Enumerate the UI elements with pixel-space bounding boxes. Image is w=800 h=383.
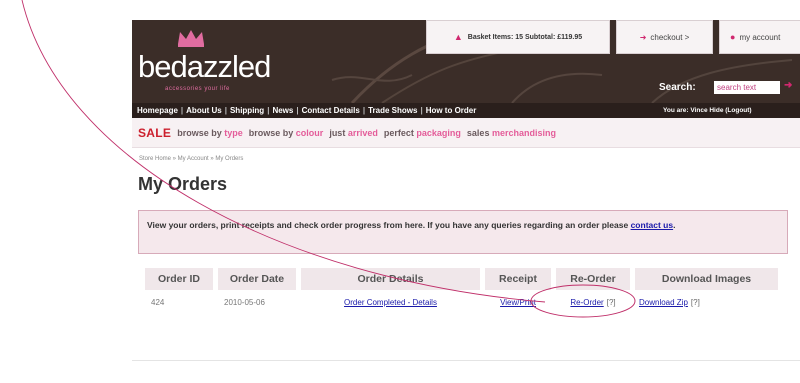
checkout-label: checkout >: [650, 32, 690, 42]
nav-contact-details[interactable]: Contact Details: [302, 106, 360, 115]
logo-tagline: accessories your life: [165, 86, 230, 92]
download-zip-link[interactable]: Download Zip: [639, 298, 688, 307]
re-order-link[interactable]: Re-Order: [570, 298, 603, 307]
contact-us-link[interactable]: contact us: [631, 220, 674, 230]
basket-text: Basket Items: 15 Subtotal: £119.95: [467, 33, 583, 41]
basket-icon: ▲: [453, 32, 463, 42]
my-account-button[interactable]: ● my account: [719, 20, 800, 54]
table-header-row: Order ID Order Date Order Details Receip…: [145, 268, 787, 290]
info-text: View your orders, print receipts and che…: [147, 220, 629, 230]
header-receipt: Receipt: [485, 268, 551, 290]
nav-trade-shows[interactable]: Trade Shows: [368, 106, 417, 115]
header-re-order: Re-Order: [556, 268, 630, 290]
search-input[interactable]: [714, 81, 780, 94]
order-id-cell: 424: [151, 298, 165, 307]
browse-by-colour-link[interactable]: browse by colour: [249, 128, 324, 138]
main-nav: Homepage | About Us | Shipping | News | Cont…: [132, 103, 800, 118]
nav-about-us[interactable]: About Us: [186, 106, 222, 115]
receipt-link[interactable]: View/Print: [500, 298, 536, 307]
just-arrived-link[interactable]: just arrived: [329, 128, 378, 138]
header-download-images: Download Images: [635, 268, 778, 290]
category-bar: SALE browse by type browse by colour jus…: [132, 118, 800, 148]
checkout-button[interactable]: ➜ checkout >: [616, 20, 713, 54]
basket-summary[interactable]: ▲ Basket Items: 15 Subtotal: £119.95: [426, 20, 610, 54]
crown-icon: [178, 30, 204, 47]
info-box: View your orders, print receipts and che…: [138, 210, 788, 254]
nav-news[interactable]: News: [272, 106, 293, 115]
browse-by-type-link[interactable]: browse by type: [177, 128, 243, 138]
search-go-icon[interactable]: ➜: [784, 80, 792, 91]
page: bedazzled accessories your life ▲ Basket…: [0, 0, 800, 383]
header-order-id: Order ID: [145, 268, 213, 290]
search-label: Search:: [659, 82, 696, 93]
breadcrumb[interactable]: Store Home » My Account » My Orders: [139, 156, 243, 162]
order-details-link[interactable]: Order Completed - Details: [344, 298, 437, 307]
header-order-date: Order Date: [218, 268, 296, 290]
footer-divider: [132, 360, 800, 361]
nav-how-to-order[interactable]: How to Order: [426, 106, 477, 115]
orders-table: Order ID Order Date Order Details Receip…: [145, 268, 787, 307]
user-icon: ●: [730, 32, 736, 42]
site-header: bedazzled accessories your life ▲ Basket…: [132, 20, 800, 103]
nav-homepage[interactable]: Homepage: [137, 106, 178, 115]
header-order-details: Order Details: [301, 268, 480, 290]
nav-shipping[interactable]: Shipping: [230, 106, 264, 115]
page-title: My Orders: [138, 174, 228, 194]
logo-text[interactable]: bedazzled: [138, 49, 271, 85]
order-date-cell: 2010-05-06: [224, 298, 265, 307]
perfect-packaging-link[interactable]: perfect packaging: [384, 128, 461, 138]
user-info[interactable]: You are: Vince Hide (Logout): [663, 104, 752, 117]
sales-merchandising-link[interactable]: sales merchandising: [467, 128, 556, 138]
download-help[interactable]: [?]: [691, 298, 700, 307]
table-row: 424 2010-05-06 Order Completed - Details…: [145, 298, 787, 307]
re-order-help[interactable]: [?]: [607, 298, 616, 307]
my-account-label: my account: [739, 32, 781, 42]
arrow-icon: ➜: [639, 32, 647, 42]
sale-link[interactable]: SALE: [138, 126, 171, 140]
